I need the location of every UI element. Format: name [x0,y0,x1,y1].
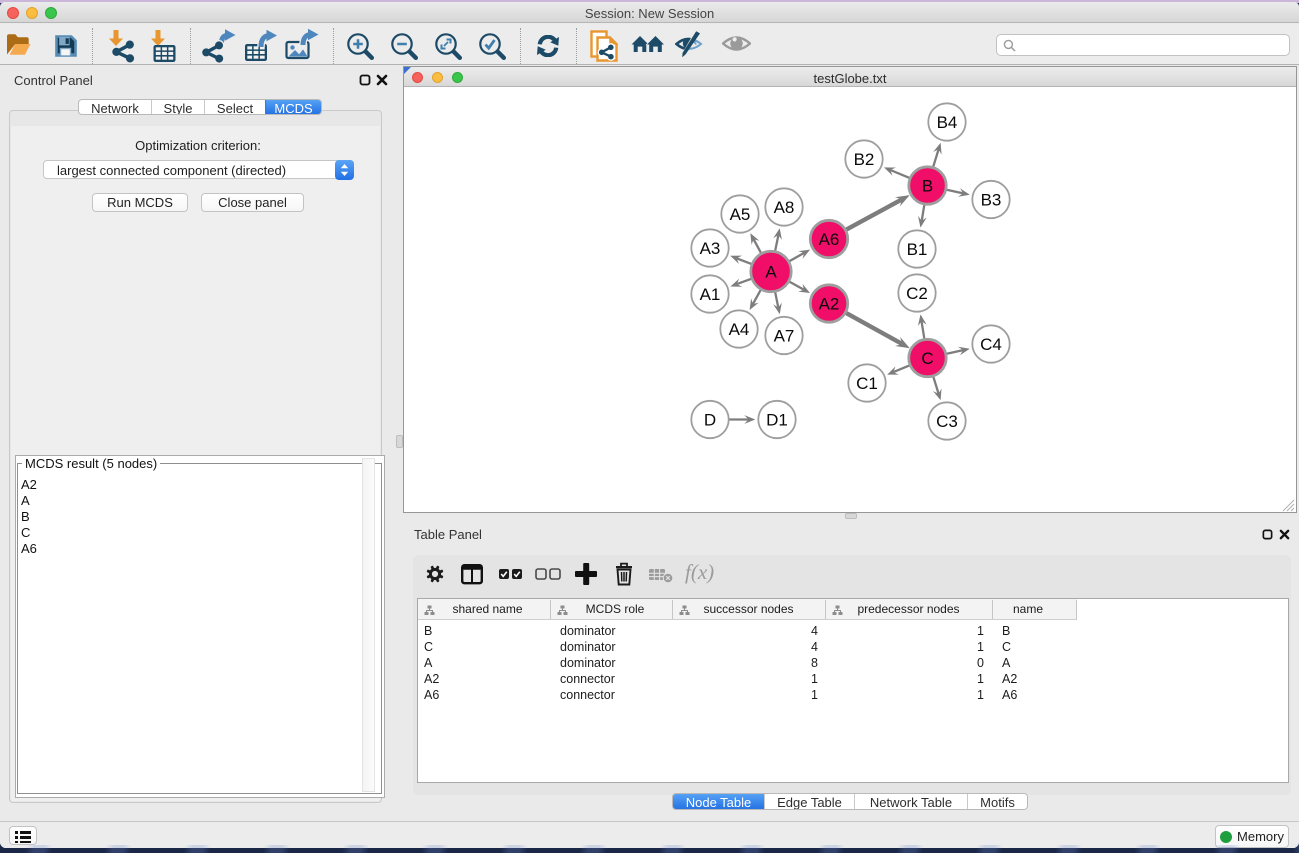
svg-text:A8: A8 [774,198,795,217]
svg-text:C4: C4 [980,335,1002,354]
svg-text:B1: B1 [907,240,928,259]
svg-text:C: C [921,349,933,368]
svg-text:B4: B4 [937,113,958,132]
svg-text:C2: C2 [906,284,928,303]
svg-text:A2: A2 [819,295,840,314]
svg-text:B3: B3 [981,191,1002,210]
svg-text:A7: A7 [774,327,795,346]
svg-text:D: D [704,411,716,430]
svg-text:A1: A1 [700,285,721,304]
svg-text:A5: A5 [730,205,751,224]
svg-text:B2: B2 [854,150,875,169]
svg-text:A3: A3 [700,239,721,258]
svg-text:A6: A6 [819,230,840,249]
svg-text:B: B [922,177,933,196]
svg-text:D1: D1 [766,411,788,430]
svg-text:A4: A4 [729,320,750,339]
svg-text:A: A [765,263,777,282]
svg-text:C3: C3 [936,412,958,431]
svg-text:C1: C1 [856,374,878,393]
